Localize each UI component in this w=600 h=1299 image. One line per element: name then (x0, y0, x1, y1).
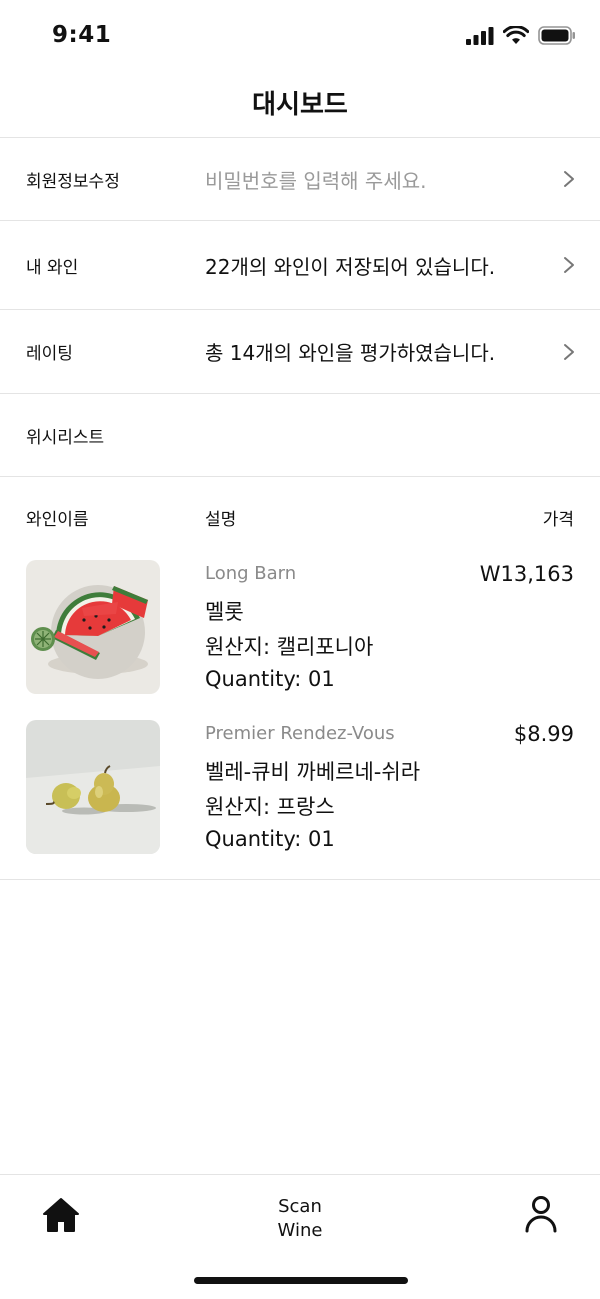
wine-name: 벨레-큐비 까베르네-쉬라 (205, 760, 421, 784)
wine-origin: 원산지: 캘리포니아 (205, 635, 374, 659)
profile-icon[interactable] (524, 1195, 558, 1233)
tab-scan-label-line2: Wine (277, 1220, 323, 1241)
row-label: 위시리스트 (26, 427, 105, 448)
home-indicator (194, 1277, 408, 1284)
column-header-description: 설명 (205, 510, 237, 530)
pears-image (26, 720, 160, 854)
wishlist-table-header: 와인이름 설명 가격 (0, 505, 600, 531)
chevron-right-icon (564, 171, 574, 187)
wine-brand: Long Barn (205, 563, 297, 584)
row-my-wines[interactable]: 내 와인 22개의 와인이 저장되어 있습니다. (0, 221, 600, 309)
battery-icon (538, 26, 575, 45)
home-icon[interactable] (42, 1197, 80, 1233)
row-label: 내 와인 (26, 257, 79, 278)
row-rating[interactable]: 레이팅 총 14개의 와인을 평가하였습니다. (0, 310, 600, 393)
wine-thumbnail (26, 720, 160, 854)
wine-brand: Premier Rendez-Vous (205, 723, 395, 744)
page-title: 대시보드 (252, 90, 348, 120)
column-header-name: 와인이름 (26, 510, 89, 530)
wine-quantity: Quantity: 01 (205, 667, 335, 691)
wine-price: $8.99 (513, 722, 574, 746)
column-header-price: 가격 (542, 510, 574, 530)
cellular-signal-icon (466, 26, 494, 45)
status-bar: 9:41 (0, 0, 600, 70)
my-wines-summary: 22개의 와인이 저장되어 있습니다. (205, 254, 496, 279)
rating-summary: 총 14개의 와인을 평가하였습니다. (205, 341, 496, 365)
row-label: 레이팅 (26, 344, 73, 364)
chevron-right-icon (564, 257, 574, 273)
password-placeholder: 비밀번호를 입력해 주세요. (205, 168, 427, 193)
tab-scan-label-line1: Scan (278, 1196, 322, 1217)
row-label: 회원정보수정 (26, 171, 120, 192)
wine-thumbnail (26, 560, 160, 694)
tab-scan-wine[interactable]: Scan Wine (260, 1195, 340, 1243)
wine-quantity: Quantity: 01 (205, 827, 335, 851)
wine-price: W13,163 (479, 562, 574, 586)
wine-origin: 원산지: 프랑스 (205, 795, 335, 819)
wifi-icon (503, 26, 529, 44)
watermelon-image (26, 560, 160, 694)
divider (0, 879, 600, 880)
wishlist-item[interactable]: Premier Rendez-Vous $8.99 벨레-큐비 까베르네-쉬라 … (0, 720, 600, 860)
row-wishlist[interactable]: 위시리스트 (0, 394, 600, 476)
divider (0, 476, 600, 477)
status-time: 9:41 (52, 22, 112, 48)
status-icons (466, 26, 576, 45)
chevron-right-icon (564, 343, 574, 360)
wine-name: 멜롯 (205, 600, 244, 624)
wishlist-item[interactable]: Long Barn W13,163 멜롯 원산지: 캘리포니아 Quantity… (0, 560, 600, 700)
row-edit-profile[interactable]: 회원정보수정 비밀번호를 입력해 주세요. (0, 138, 600, 220)
